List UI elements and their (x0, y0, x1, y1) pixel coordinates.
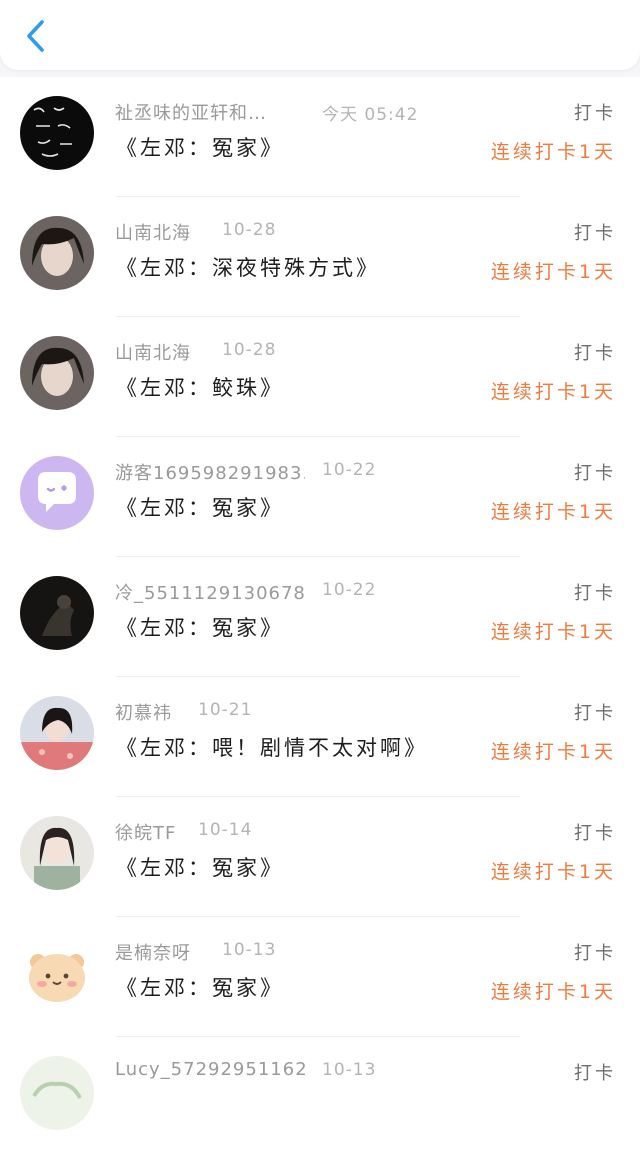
avatar (20, 456, 94, 530)
post-time: 10-22 (322, 460, 377, 480)
post-time: 10-13 (322, 1060, 377, 1080)
checkin-label: 打卡 (574, 1063, 616, 1084)
checkin-list: 祉丞味的亚轩和… 今天 05:42 《左邓：冤家》 打卡 连续打卡1天 山南北海… (0, 77, 640, 1157)
list-item[interactable]: 山南北海 10-28 《左邓：鲛珠》 打卡 连续打卡1天 (0, 317, 640, 437)
post-time: 10-22 (322, 580, 377, 600)
post-title: 《左邓：冤家》 (116, 976, 284, 1000)
checkin-label: 打卡 (574, 823, 616, 844)
avatar (20, 1056, 94, 1130)
list-item[interactable]: 是楠奈呀 10-13 《左邓：冤家》 打卡 连续打卡1天 (0, 917, 640, 1037)
list-item[interactable]: 徐皖TF 10-14 《左邓：冤家》 打卡 连续打卡1天 (0, 797, 640, 917)
list-item[interactable]: 游客169598291983… 10-22 《左邓：冤家》 打卡 连续打卡1天 (0, 437, 640, 557)
post-time: 10-28 (222, 340, 277, 360)
streak-badge: 连续打卡1天 (490, 501, 616, 523)
user-name: 是楠奈呀 (115, 943, 191, 964)
post-time: 今天 05:42 (322, 105, 419, 125)
checkin-label: 打卡 (574, 463, 616, 484)
checkin-label: 打卡 (574, 343, 616, 364)
checkin-label: 打卡 (574, 943, 616, 964)
chevron-left-icon (27, 20, 44, 52)
post-title: 《左邓：鲛珠》 (116, 376, 284, 400)
avatar (20, 336, 94, 410)
post-title: 《左邓：冤家》 (116, 496, 284, 520)
avatar (20, 696, 94, 770)
post-time: 10-14 (198, 820, 253, 840)
list-item[interactable]: 初慕祎 10-21 《左邓：喂！剧情不太对啊》 打卡 连续打卡1天 (0, 677, 640, 797)
user-name: 初慕祎 (115, 703, 172, 724)
avatar (20, 816, 94, 890)
post-title: 《左邓：喂！剧情不太对啊》 (116, 736, 428, 760)
checkin-label: 打卡 (574, 223, 616, 244)
user-name: 山南北海 (115, 343, 191, 364)
post-time: 10-28 (222, 220, 277, 240)
streak-badge: 连续打卡1天 (490, 261, 616, 283)
user-name: 冷_5511129130678… (115, 583, 305, 604)
user-name: Lucy_57292951162… (115, 1059, 305, 1080)
post-title: 《左邓：冤家》 (116, 136, 284, 160)
post-title: 《左邓：深夜特殊方式》 (116, 256, 380, 280)
list-item[interactable]: 山南北海 10-28 《左邓：深夜特殊方式》 打卡 连续打卡1天 (0, 197, 640, 317)
post-title: 《左邓：冤家》 (116, 856, 284, 880)
post-time: 10-21 (198, 700, 253, 720)
user-name: 游客169598291983… (115, 463, 305, 484)
post-title: 《左邓：冤家》 (116, 616, 284, 640)
checkin-label: 打卡 (574, 103, 616, 124)
user-name: 徐皖TF (115, 823, 177, 844)
avatar (20, 216, 94, 290)
user-name: 祉丞味的亚轩和… (115, 103, 267, 124)
checkin-label: 打卡 (574, 703, 616, 724)
list-item[interactable]: 冷_5511129130678… 10-22 《左邓：冤家》 打卡 连续打卡1天 (0, 557, 640, 677)
user-name: 山南北海 (115, 223, 191, 244)
avatar (20, 576, 94, 650)
avatar (20, 936, 94, 1010)
list-item[interactable]: Lucy_57292951162… 10-13 打卡 (0, 1037, 640, 1157)
back-button[interactable] (16, 16, 56, 56)
top-bar (0, 0, 640, 70)
streak-badge: 连续打卡1天 (490, 141, 616, 163)
streak-badge: 连续打卡1天 (490, 381, 616, 403)
streak-badge: 连续打卡1天 (490, 741, 616, 763)
streak-badge: 连续打卡1天 (490, 861, 616, 883)
avatar (20, 96, 94, 170)
streak-badge: 连续打卡1天 (490, 981, 616, 1003)
post-time: 10-13 (222, 940, 277, 960)
checkin-label: 打卡 (574, 583, 616, 604)
list-item[interactable]: 祉丞味的亚轩和… 今天 05:42 《左邓：冤家》 打卡 连续打卡1天 (0, 77, 640, 197)
streak-badge: 连续打卡1天 (490, 621, 616, 643)
